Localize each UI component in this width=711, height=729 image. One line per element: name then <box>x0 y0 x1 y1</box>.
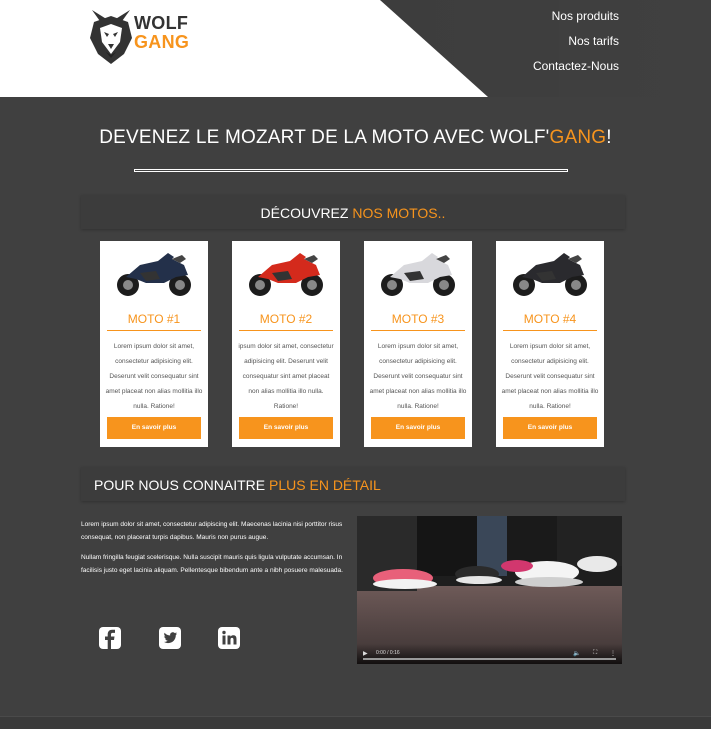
nav-link-contact[interactable]: Contactez-Nous <box>533 58 619 83</box>
moto-card-divider <box>503 330 597 331</box>
fullscreen-icon[interactable]: ⛶ <box>593 650 597 657</box>
moto-card-divider <box>239 330 333 331</box>
moto-card: MOTO #3 Lorem ipsum dolor sit amet, cons… <box>364 241 472 447</box>
moto-card-text: Lorem ipsum dolor sit amet, consectetur … <box>105 343 203 410</box>
twitter-icon[interactable] <box>158 626 182 650</box>
motorcycle-image <box>117 253 191 296</box>
motos-section-title: DÉCOUVREZ NOS MOTOS.. <box>81 205 625 221</box>
nav-link-tarifs[interactable]: Nos tarifs <box>533 33 619 58</box>
moto-card-divider <box>107 330 201 331</box>
video-time: 0:00 / 0:16 <box>376 650 400 656</box>
linkedin-icon[interactable] <box>217 626 241 650</box>
about-section-title: POUR NOUS CONNAITRE PLUS EN DÉTAIL <box>94 477 381 493</box>
moto-card-title: MOTO #1 <box>127 312 181 326</box>
site-header: WOLF GANG Nos produits Nos tarifs Contac… <box>0 0 711 97</box>
hero-title-highlight: GANG <box>549 127 607 148</box>
moto-card-text: Lorem ipsum dolor sit amet, consectetur … <box>369 343 467 410</box>
about-section-label: POUR NOUS CONNAITRE <box>94 477 270 493</box>
moto-card-title: MOTO #3 <box>391 312 445 326</box>
video-player[interactable]: ▶ 0:00 / 0:16 🔈 ⛶ ⋮ <box>357 516 622 664</box>
more-options-icon[interactable]: ⋮ <box>610 650 616 657</box>
brand-line-1: WOLF <box>134 13 189 33</box>
hero-divider <box>134 169 568 172</box>
moto-card-title: MOTO #4 <box>523 312 577 326</box>
moto-card-divider <box>371 330 465 331</box>
moto-card: MOTO #1 Lorem ipsum dolor sit amet, cons… <box>100 241 208 447</box>
brand-line-2: GANG <box>134 32 190 52</box>
brand-wordmark[interactable]: WOLF GANG <box>134 14 189 52</box>
video-progress-bar[interactable] <box>363 658 616 660</box>
motos-section-header: DÉCOUVREZ NOS MOTOS.. <box>81 195 625 229</box>
moto-card: MOTO #4 Lorem ipsum dolor sit amet, cons… <box>496 241 604 447</box>
motos-section-label: DÉCOUVREZ <box>260 205 353 221</box>
about-section-header: POUR NOUS CONNAITRE PLUS EN DÉTAIL <box>81 467 625 501</box>
nav-link-produits[interactable]: Nos produits <box>533 8 619 33</box>
moto-card-title: MOTO #2 <box>259 312 313 326</box>
play-icon[interactable]: ▶ <box>363 650 368 657</box>
hero-title: DEVENEZ LE MOZART DE LA MOTO AVEC WOLF'G… <box>0 127 711 149</box>
learn-more-button[interactable]: En savoir plus <box>239 417 333 439</box>
motos-section-highlight: NOS MOTOS.. <box>352 205 446 221</box>
motorcycle-image <box>513 253 587 296</box>
video-frame <box>357 516 622 664</box>
main-nav: Nos produits Nos tarifs Contactez-Nous <box>533 8 619 83</box>
learn-more-button[interactable]: En savoir plus <box>503 417 597 439</box>
volume-icon[interactable]: 🔈 <box>573 650 580 657</box>
about-paragraph-1: Lorem ipsum dolor sit amet, consectetur … <box>81 521 343 541</box>
about-text: Lorem ipsum dolor sit amet, consectetur … <box>81 518 343 584</box>
moto-card-text: Lorem ipsum dolor sit amet, consectetur … <box>501 343 599 410</box>
motorcycle-image <box>381 253 455 296</box>
facebook-icon[interactable] <box>98 626 122 650</box>
moto-card: MOTO #2 ipsum dolor sit amet, consectetu… <box>232 241 340 447</box>
motorcycle-image <box>249 253 323 296</box>
about-section-highlight: PLUS EN DÉTAIL <box>269 477 381 493</box>
footer-edge <box>0 716 711 729</box>
learn-more-button[interactable]: En savoir plus <box>371 417 465 439</box>
learn-more-button[interactable]: En savoir plus <box>107 417 201 439</box>
about-paragraph-2: Nullam fringilla feugiat scelerisque. Nu… <box>81 554 343 574</box>
hero-title-main: DEVENEZ LE MOZART DE LA MOTO AVEC WOLF' <box>99 127 550 148</box>
hero-title-end: ! <box>606 127 612 148</box>
moto-card-text: ipsum dolor sit amet, consectetur adipis… <box>238 343 334 410</box>
